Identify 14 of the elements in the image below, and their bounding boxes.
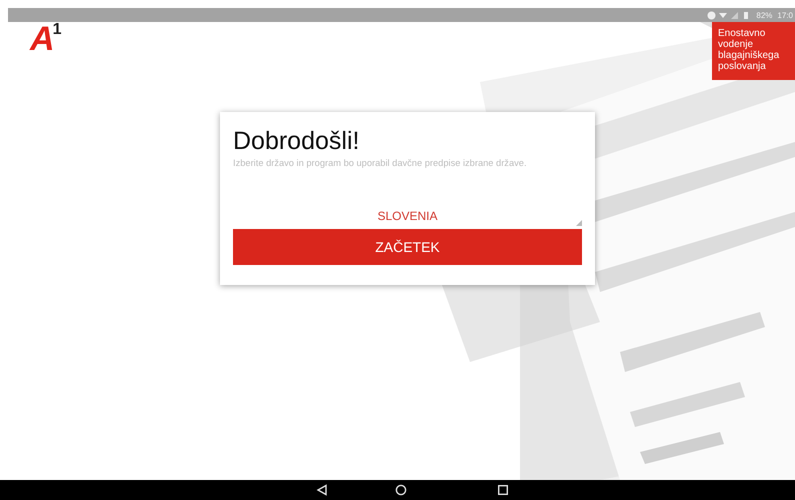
home-icon <box>395 484 407 496</box>
back-button[interactable] <box>316 484 328 496</box>
clock-time: 17:0 <box>777 10 793 20</box>
dropdown-corner-icon <box>576 220 582 226</box>
info-banner: Enostavno vodenje blagajniškega poslovanja <box>712 22 795 80</box>
dialog-subtitle: Izberite državo in program bo uporabil davčne predpise izbrane države. <box>233 158 528 168</box>
home-button[interactable] <box>395 484 407 496</box>
battery-percent: 82% <box>756 10 772 20</box>
start-button[interactable]: ZAČETEK <box>233 229 582 265</box>
country-dropdown[interactable]: SLOVENIA <box>233 204 582 228</box>
recents-icon <box>497 484 509 496</box>
recents-button[interactable] <box>497 484 509 496</box>
back-icon <box>316 484 328 496</box>
dialog-title: Dobrodošli! <box>233 126 360 156</box>
